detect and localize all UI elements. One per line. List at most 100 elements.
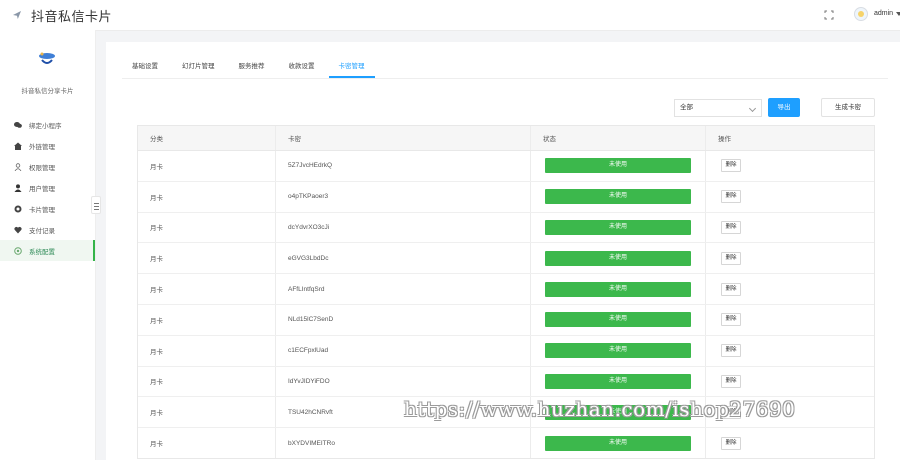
status-badge: 未使用 — [545, 404, 691, 420]
chat-icon — [14, 121, 22, 128]
filter-selected-value: 全部 — [680, 104, 693, 111]
sidebar-item-label: 支付记录 — [29, 227, 55, 235]
status-badge: 未使用 — [545, 343, 691, 359]
cell-action: 删除 — [706, 213, 874, 243]
fullscreen-icon[interactable] — [824, 10, 834, 20]
cell-type: 月卡 — [138, 181, 276, 212]
table-row: 月卡 IdYvJIDYiFDO 未使用 删除 — [138, 366, 874, 398]
cell-type: 月卡 — [138, 212, 276, 243]
user-icon — [14, 183, 22, 192]
status-badge: 未使用 — [545, 281, 691, 297]
card-icon — [14, 205, 22, 212]
chevron-down-icon[interactable] — [896, 12, 900, 16]
avatar[interactable] — [854, 7, 868, 21]
cell-status: 未使用 — [531, 335, 706, 366]
sidebar-item-bind-miniprogram[interactable]: 绑定小程序 — [0, 114, 95, 135]
sidebar-item-payments[interactable]: 支付记录 — [0, 219, 95, 240]
cell-action: 删除 — [706, 397, 874, 427]
delete-button[interactable]: 删除 — [721, 344, 741, 358]
table-header: 分类 卡密 状态 操作 — [138, 126, 874, 151]
sidebar-item-label: 卡片管理 — [29, 206, 55, 214]
cell-code: eGVG3LbdDc — [276, 243, 531, 274]
tab-card-keys[interactable]: 卡密管理 — [328, 56, 375, 78]
card-keys-table: 分类 卡密 状态 操作 月卡 5Z7JvcHEdrkQ 未使用 删除 月卡 o4pTKPa… — [137, 125, 875, 459]
status-badge: 未使用 — [545, 219, 691, 235]
column-header-status: 状态 — [531, 126, 706, 150]
cell-type: 月卡 — [138, 243, 276, 274]
cell-code: TSU42hCNRvft — [276, 397, 531, 428]
table-body: 月卡 5Z7JvcHEdrkQ 未使用 删除 月卡 o4pTKPaoer3 未使用 删除 月卡 d… — [138, 151, 874, 458]
status-badge: 未使用 — [545, 189, 691, 205]
app-logo — [39, 52, 55, 64]
delete-button[interactable]: 删除 — [721, 220, 741, 234]
sidebar-item-label: 绑定小程序 — [29, 122, 62, 130]
cell-code: bXYDVIMEITRo — [276, 428, 531, 458]
delete-button[interactable]: 删除 — [721, 159, 741, 173]
cell-code: IdYvJIDYiFDO — [276, 366, 531, 397]
home-icon — [14, 142, 22, 150]
paper-plane-icon — [13, 11, 21, 19]
sidebar-item-permissions[interactable]: 权限管理 — [0, 156, 95, 177]
cell-code: o4pTKPaoer3 — [276, 181, 531, 212]
generate-cards-button[interactable]: 生成卡密 — [821, 98, 875, 117]
cell-action: 删除 — [706, 274, 874, 304]
cell-code: c1ECFpxlUad — [276, 335, 531, 366]
cell-status: 未使用 — [531, 274, 706, 304]
table-row: 月卡 o4pTKPaoer3 未使用 删除 — [138, 181, 874, 213]
table-row: 月卡 5Z7JvcHEdrkQ 未使用 删除 — [138, 151, 874, 182]
column-header-type: 分类 — [138, 126, 276, 150]
status-filter-select[interactable]: 全部 — [674, 99, 762, 117]
cell-type: 月卡 — [138, 428, 276, 458]
sidebar-item-links[interactable]: 外链管理 — [0, 135, 95, 156]
cell-type: 月卡 — [138, 335, 276, 366]
column-header-action: 操作 — [718, 136, 731, 143]
delete-button[interactable]: 删除 — [721, 190, 741, 204]
cell-code: AFfLIntfqSrd — [276, 274, 531, 304]
settings-icon — [14, 246, 22, 255]
table-row: 月卡 TSU42hCNRvft 未使用 删除 — [138, 397, 874, 429]
cell-type: 月卡 — [138, 151, 276, 181]
status-badge: 未使用 — [545, 158, 691, 174]
sidebar: 抖音私信分享卡片 绑定小程序 外链管理 权限管理 用户管理 卡片管理 支付记录 … — [0, 30, 96, 460]
table-row: 月卡 bXYDVIMEITRo 未使用 删除 — [138, 428, 874, 458]
sidebar-menu: 绑定小程序 外链管理 权限管理 用户管理 卡片管理 支付记录 系统配置 — [0, 114, 95, 261]
cell-status: 未使用 — [531, 212, 706, 243]
export-button[interactable]: 导出 — [768, 98, 800, 117]
cell-type: 月卡 — [138, 274, 276, 304]
top-bar: 抖音私信卡片 admin — [0, 0, 900, 31]
chevron-down-icon — [748, 104, 757, 113]
cell-type: 月卡 — [138, 304, 276, 335]
tab-bar: 基础设置 幻灯片管理 服务推荐 收款设置 卡密管理 — [122, 56, 888, 79]
delete-button[interactable]: 删除 — [721, 405, 741, 419]
delete-button[interactable]: 删除 — [721, 282, 741, 296]
sidebar-item-users[interactable]: 用户管理 — [0, 177, 95, 198]
sidebar-item-label: 系统配置 — [29, 248, 55, 256]
delete-button[interactable]: 删除 — [721, 251, 741, 265]
tab-services[interactable]: 服务推荐 — [229, 56, 275, 78]
table-row: 月卡 AFfLIntfqSrd 未使用 删除 — [138, 274, 874, 305]
tab-payment-settings[interactable]: 收款设置 — [279, 56, 325, 78]
sidebar-item-label: 用户管理 — [29, 185, 55, 193]
cell-status: 未使用 — [531, 181, 706, 212]
delete-button[interactable]: 删除 — [721, 374, 741, 388]
sidebar-item-cards[interactable]: 卡片管理 — [0, 198, 95, 219]
tab-basic-settings[interactable]: 基础设置 — [122, 56, 168, 78]
delete-button[interactable]: 删除 — [721, 313, 741, 327]
table-row: 月卡 dcYdvrXO3cJi 未使用 删除 — [138, 212, 874, 244]
cell-status: 未使用 — [531, 428, 706, 458]
cell-type: 月卡 — [138, 397, 276, 428]
status-badge: 未使用 — [545, 373, 691, 389]
cell-status: 未使用 — [531, 151, 706, 181]
main-panel: 基础设置 幻灯片管理 服务推荐 收款设置 卡密管理 全部 导出 生成卡密 分类 … — [106, 42, 900, 460]
cell-status: 未使用 — [531, 366, 706, 397]
delete-button[interactable]: 删除 — [721, 436, 741, 450]
status-badge: 未使用 — [545, 250, 691, 266]
cell-action: 删除 — [706, 182, 874, 212]
cell-action: 删除 — [706, 428, 874, 458]
app-title: 抖音私信卡片 — [31, 9, 113, 24]
sidebar-collapse-button[interactable] — [91, 196, 101, 214]
tab-slides[interactable]: 幻灯片管理 — [172, 56, 225, 78]
user-name[interactable]: admin — [874, 10, 893, 17]
sidebar-item-label: 外链管理 — [29, 143, 55, 151]
sidebar-item-settings[interactable]: 系统配置 — [0, 240, 95, 261]
